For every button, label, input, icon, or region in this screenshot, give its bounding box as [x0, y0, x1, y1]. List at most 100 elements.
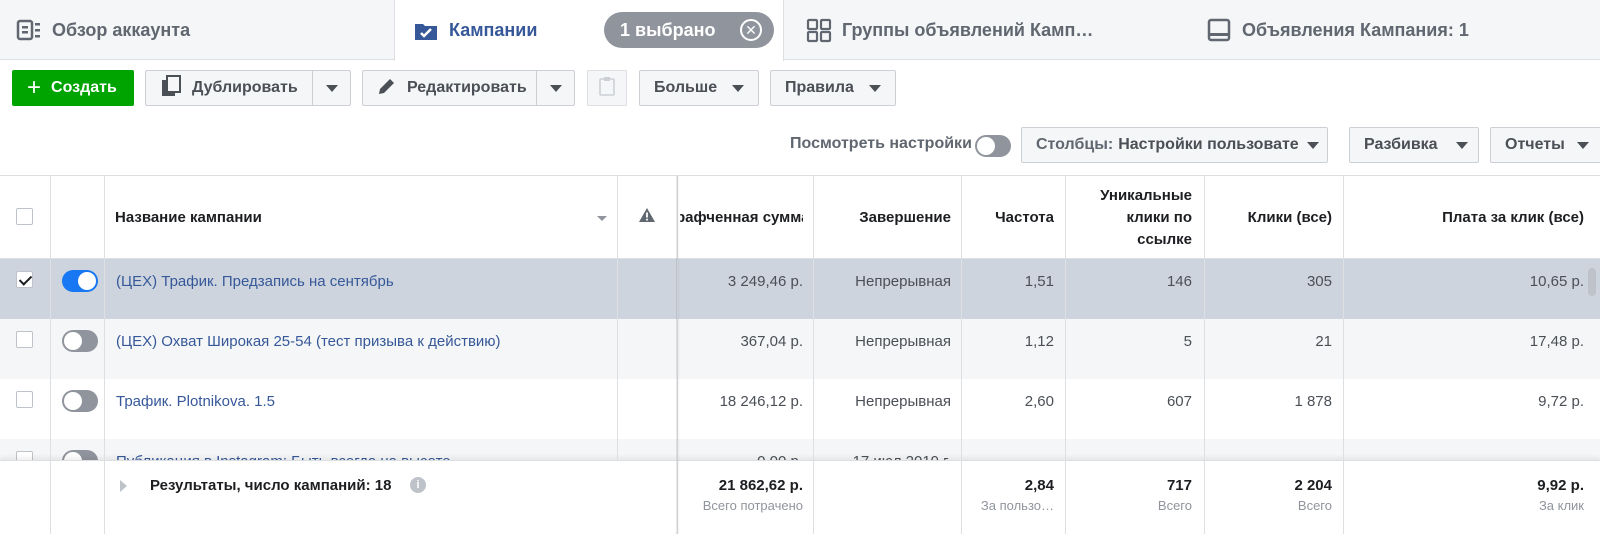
reports-button-label: Отчеты: [1505, 136, 1565, 153]
footer-cpc-all-sub: За клик: [1538, 498, 1584, 513]
cell-spent: 18 246,12 р.: [719, 392, 803, 410]
cell-clicks-all: 1 878: [1294, 392, 1332, 410]
cell-spent: 367,04 р.: [740, 332, 803, 350]
table-row[interactable]: Публикация в Instagram: Быть всегда на в…: [0, 439, 1600, 460]
row-checkbox[interactable]: [16, 391, 33, 408]
cell-cpc-all: 17,48 р.: [1529, 332, 1584, 350]
select-all-checkbox[interactable]: [16, 208, 33, 225]
columns-prefix: Столбцы:: [1036, 136, 1114, 153]
cell-clicks-all: 305: [1306, 272, 1332, 290]
footer-cpc-all: 9,92 р.: [1537, 477, 1584, 494]
cell-ends: Непрерывная: [855, 392, 951, 410]
rules-dropdown-icon: [869, 85, 881, 92]
info-icon[interactable]: i: [410, 477, 426, 493]
table-row[interactable]: Трафик. Plotnikova. 1.5 18 246,12 р. Непре…: [0, 379, 1600, 439]
campaign-name-link[interactable]: Публикация в Instagram: Быть всегда на в…: [116, 439, 606, 461]
campaign-status-toggle[interactable]: [62, 450, 98, 460]
breakdown-button[interactable]: Разбивка: [1349, 127, 1479, 163]
table-row[interactable]: (ЦЕХ) Охват Широкая 25-54 (тест призыва …: [0, 319, 1600, 379]
tab-ads-label: Объявления Кампания: 1: [1242, 19, 1469, 40]
columns-dropdown-icon: [1307, 142, 1319, 149]
campaign-status-toggle[interactable]: [62, 390, 98, 412]
tab-ads[interactable]: Объявления Кампания: 1: [1206, 0, 1586, 60]
row-checkbox[interactable]: [16, 271, 33, 288]
duplicate-button-label: Дублировать: [192, 79, 298, 96]
cell-clicks-all: 21: [1315, 332, 1332, 350]
campaign-name-link[interactable]: (ЦЕХ) Трафик. Предзапись на сентябрь: [116, 259, 606, 303]
tab-bar: Обзор аккаунта Кампании 1 выбрано ✕ Груп…: [0, 0, 1600, 61]
plus-icon: +: [27, 74, 42, 101]
footer-spent: 21 862,62 р.: [718, 477, 803, 494]
selected-count-label: 1 выбрано: [620, 19, 716, 40]
cell-spent: 0,00 р.: [680, 439, 803, 461]
header-campaign-name[interactable]: Название кампании: [115, 176, 615, 259]
table-row[interactable]: (ЦЕХ) Трафик. Предзапись на сентябрь 3 24…: [0, 259, 1600, 319]
table-scrollbar[interactable]: [1588, 268, 1596, 296]
cell-unique-clicks: 607: [1166, 392, 1192, 410]
cell-cpc-all: 9,72 р.: [1538, 392, 1584, 410]
edit-dropdown-icon[interactable]: [550, 85, 562, 92]
sort-arrow-icon[interactable]: [597, 216, 607, 221]
tab-ad-sets-label: Группы объявлений Камп…: [842, 19, 1094, 40]
more-button[interactable]: Больше: [639, 70, 759, 106]
edit-button[interactable]: Редактировать: [362, 70, 575, 106]
edit-button-label: Редактировать: [407, 79, 527, 96]
footer-clicks-all: 2 204: [1294, 477, 1332, 494]
cell-frequency: 2,60: [1024, 392, 1054, 410]
folder-check-icon: [413, 18, 439, 44]
footer-clicks-all-sub: Всего: [1297, 498, 1332, 513]
view-settings-label: Посмотреть настройки: [790, 135, 972, 152]
header-unique-clicks-label: Уникальные клики по ссылке: [1100, 186, 1192, 248]
reports-dropdown-icon: [1577, 142, 1589, 149]
create-button-label: Создать: [51, 79, 117, 96]
clipboard-icon: [599, 76, 615, 101]
header-clicks-all[interactable]: Клики (все): [1210, 176, 1332, 259]
header-frequency[interactable]: Частота: [962, 176, 1054, 259]
columns-button[interactable]: Столбцы: Настройки пользовате: [1021, 127, 1328, 163]
create-button[interactable]: + Создать: [12, 70, 134, 106]
footer-frequency-sub: За пользо…: [980, 498, 1054, 513]
duplicate-dropdown-icon[interactable]: [326, 85, 338, 92]
tab-campaigns-label: Кампании: [449, 20, 538, 40]
row-checkbox[interactable]: [16, 451, 33, 460]
header-cpc-all[interactable]: Плата за клик (все): [1350, 176, 1584, 259]
cell-clicks-all: —: [1210, 439, 1332, 461]
campaign-status-toggle[interactable]: [62, 270, 98, 292]
expand-results-icon[interactable]: [120, 480, 127, 492]
cell-frequency: —: [962, 439, 1054, 461]
clipboard-button[interactable]: [587, 70, 627, 106]
campaign-status-toggle[interactable]: [62, 330, 98, 352]
selected-count-pill[interactable]: 1 выбрано ✕: [604, 12, 774, 48]
tab-ad-sets[interactable]: Группы объявлений Камп…: [806, 0, 1186, 60]
columns-value: Настройки пользовате: [1118, 136, 1299, 153]
cell-ends: Непрерывная: [855, 272, 951, 290]
view-settings-toggle[interactable]: [975, 135, 1011, 157]
header-amount-spent-label: рафченная сумма: [680, 209, 803, 226]
breakdown-dropdown-icon: [1456, 142, 1468, 149]
account-overview-icon: [16, 17, 42, 43]
results-summary-label: Результаты, число кампаний: 18: [150, 477, 392, 494]
header-unique-clicks[interactable]: Уникальные клики по ссылке: [1070, 176, 1192, 259]
more-dropdown-icon: [732, 85, 744, 92]
rules-button[interactable]: Правила: [770, 70, 896, 106]
header-cpc-all-label: Плата за клик (все): [1442, 209, 1584, 226]
tab-account-overview[interactable]: Обзор аккаунта: [16, 0, 391, 60]
cell-spent: 3 249,46 р.: [727, 272, 803, 290]
header-amount-spent[interactable]: рафченная сумма: [680, 176, 803, 259]
cell-unique-clicks: 146: [1166, 272, 1192, 290]
footer-frequency: 2,84: [1024, 477, 1054, 494]
campaign-name-link[interactable]: (ЦЕХ) Охват Широкая 25-54 (тест призыва …: [116, 319, 606, 363]
campaigns-table: Название кампании рафченная сумма Заверш…: [0, 175, 1600, 534]
duplicate-icon: [160, 74, 182, 103]
cell-unique-clicks: 5: [1183, 332, 1192, 350]
reports-button[interactable]: Отчеты: [1490, 127, 1600, 163]
duplicate-button[interactable]: Дублировать: [145, 70, 351, 106]
header-campaign-name-label: Название кампании: [115, 209, 262, 226]
header-ends[interactable]: Завершение: [814, 176, 951, 259]
row-checkbox[interactable]: [16, 331, 33, 348]
more-button-label: Больше: [654, 79, 718, 96]
clear-selection-icon[interactable]: ✕: [740, 19, 762, 41]
campaign-name-link[interactable]: Трафик. Plotnikova. 1.5: [116, 379, 606, 423]
cell-unique-clicks: —: [1070, 439, 1192, 461]
grid-icon: [806, 17, 832, 43]
